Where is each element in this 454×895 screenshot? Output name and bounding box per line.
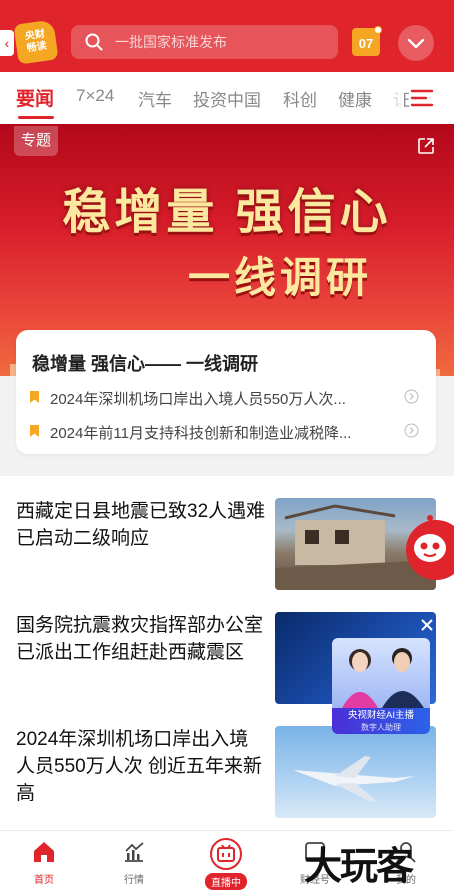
close-icon[interactable] (420, 618, 434, 632)
app-root: ‹ 央财 畅读 一批国家标准发布 07 要闻 7×24 汽车 投资中国 科创 健… (0, 0, 454, 895)
topic-item-text: 2024年深圳机场口岸出入境人员550万人次... (50, 391, 346, 408)
banner-subheadline: 一线调研 (188, 254, 373, 301)
ai-anchor-label: 央视财经AI主播 数字人助理 (332, 708, 430, 734)
channel-tabs: 要闻 7×24 汽车 投资中国 科创 健康 证 (0, 72, 454, 124)
search-icon (85, 33, 103, 51)
tab-tech[interactable]: 科创 (283, 86, 317, 111)
topic-title: 稳增量 强信心—— 一线调研 (32, 354, 259, 374)
tabs-fade (380, 72, 404, 124)
ai-anchor-title: 央视财经AI主播 (348, 710, 414, 721)
nav-live[interactable]: 直播中 (196, 837, 256, 891)
app-logo[interactable]: 央财 畅读 (13, 19, 59, 65)
share-icon[interactable] (416, 136, 436, 156)
home-icon (34, 842, 54, 862)
bookmark-icon (30, 425, 39, 437)
ai-anchor-avatars (342, 648, 424, 708)
airplane-image (293, 756, 415, 802)
top-header: ‹ 央财 畅读 一批国家标准发布 07 (0, 0, 454, 72)
nav-label: 行情 (124, 875, 144, 886)
tab-auto[interactable]: 汽车 (138, 86, 172, 111)
search-placeholder: 一批国家标准发布 (115, 34, 227, 50)
bookmark-icon (30, 391, 39, 403)
chart-icon (125, 842, 144, 862)
hamburger-menu-icon[interactable] (408, 86, 436, 110)
expand-menu-button[interactable] (398, 25, 434, 61)
topic-badge: 专题 (14, 126, 58, 156)
news-thumbnail (275, 726, 436, 818)
calendar-day: 07 (358, 36, 374, 51)
banner-headline: 稳增量 强信心 (62, 186, 392, 239)
chevron-right-icon (404, 423, 419, 438)
news-item[interactable]: 2024年深圳机场口岸出入境人员550万人次 创近五年来新高 (0, 726, 454, 838)
tab-7x24[interactable]: 7×24 (76, 86, 114, 106)
robot-assistant-icon[interactable] (400, 510, 454, 590)
ai-anchor-card[interactable]: 央视财经AI主播 数字人助理 (332, 638, 430, 734)
tab-health[interactable]: 健康 (338, 86, 372, 111)
calendar-notification-dot (374, 26, 382, 34)
chevron-right-icon (404, 389, 419, 404)
news-item[interactable]: 西藏定日县地震已致32人遇难 已启动二级响应 (0, 498, 454, 610)
watermark-text: 大玩客 (304, 843, 414, 888)
tab-invest-china[interactable]: 投资中国 (193, 86, 261, 111)
news-title: 西藏定日县地震已致32人遇难 已启动二级响应 (16, 501, 266, 549)
topic-item[interactable]: 2024年前11月支持科技创新和制造业减税降... (30, 422, 422, 442)
nav-home[interactable]: 首页 (14, 839, 74, 886)
live-tv-icon (210, 838, 242, 870)
chevron-down-icon (407, 38, 425, 49)
live-badge: 直播中 (205, 873, 247, 890)
ai-anchor-subtitle: 数字人助理 (361, 723, 401, 732)
active-tab-indicator (18, 116, 54, 119)
nav-label: 首页 (34, 875, 54, 886)
topic-card[interactable]: 稳增量 强信心—— 一线调研 2024年深圳机场口岸出入境人员550万人次...… (16, 330, 436, 454)
tab-headlines[interactable]: 要闻 (16, 84, 54, 111)
topic-item[interactable]: 2024年深圳机场口岸出入境人员550万人次... (30, 388, 422, 408)
topic-item-text: 2024年前11月支持科技创新和制造业减税降... (50, 425, 352, 442)
news-title: 国务院抗震救灾指挥部办公室已派出工作组赶赴西藏震区 (16, 615, 264, 663)
back-tab[interactable]: ‹ (0, 30, 14, 56)
search-bar[interactable]: 一批国家标准发布 (71, 25, 338, 59)
nav-market[interactable]: 行情 (104, 839, 164, 886)
news-title: 2024年深圳机场口岸出入境人员550万人次 创近五年来新高 (16, 729, 262, 804)
